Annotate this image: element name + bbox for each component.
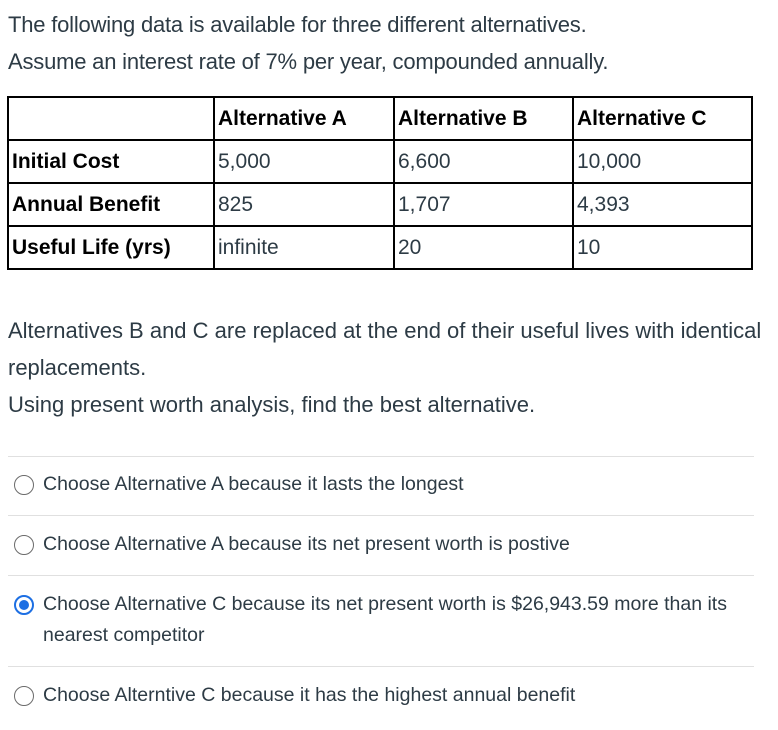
answer-option-1[interactable]: Choose Alternative A because it lasts th… [8,456,754,515]
column-header-alternative-b: Alternative B [393,96,574,141]
intro-line-2: Assume an interest rate of 7% per year, … [8,49,609,74]
column-header-alternative-a: Alternative A [213,96,395,141]
radio-button-unchecked-icon[interactable] [14,475,34,495]
table-cell: infinite [213,225,395,270]
table-cell: 5,000 [213,139,395,184]
question-intro: The following data is available for thre… [8,6,608,80]
row-header: Annual Benefit [7,182,215,227]
answer-list: Choose Alternative A because it lasts th… [8,456,754,711]
instruction-line-2: Using present worth analysis, find the b… [8,392,536,417]
table-row-annual-benefit: Annual Benefit 825 1,707 4,393 [7,182,753,227]
table-cell: 825 [213,182,395,227]
radio-button-unchecked-icon[interactable] [14,686,34,706]
table-corner-cell [7,96,215,141]
table-cell: 10 [572,225,753,270]
answer-label: Choose Alternative A because its net pre… [43,533,570,555]
table-cell: 10,000 [572,139,753,184]
table-cell: 20 [393,225,574,270]
table-cell: 4,393 [572,182,753,227]
answer-option-2[interactable]: Choose Alternative A because its net pre… [8,515,754,575]
answer-option-3[interactable]: Choose Alternative C because its net pre… [8,575,754,666]
row-header: Useful Life (yrs) [7,225,215,270]
table-header-row: Alternative A Alternative B Alternative … [7,96,753,141]
question-instructions: Alternatives B and C are replaced at the… [8,312,768,423]
table-cell: 1,707 [393,182,574,227]
column-header-alternative-c: Alternative C [572,96,753,141]
answer-label: Choose Alternative C because its net pre… [43,593,727,646]
radio-button-checked-icon[interactable] [14,595,34,615]
answer-label: Choose Alternative A because it lasts th… [43,473,464,495]
answer-option-4[interactable]: Choose Alterntive C because it has the h… [8,666,754,711]
instruction-line-1: Alternatives B and C are replaced at the… [8,318,762,380]
alternatives-table: Alternative A Alternative B Alternative … [7,96,753,270]
answer-label: Choose Alterntive C because it has the h… [43,684,576,706]
intro-line-1: The following data is available for thre… [8,12,587,37]
table-row-useful-life: Useful Life (yrs) infinite 20 10 [7,225,753,270]
row-header: Initial Cost [7,139,215,184]
table-cell: 6,600 [393,139,574,184]
table-row-initial-cost: Initial Cost 5,000 6,600 10,000 [7,139,753,184]
radio-button-unchecked-icon[interactable] [14,535,34,555]
